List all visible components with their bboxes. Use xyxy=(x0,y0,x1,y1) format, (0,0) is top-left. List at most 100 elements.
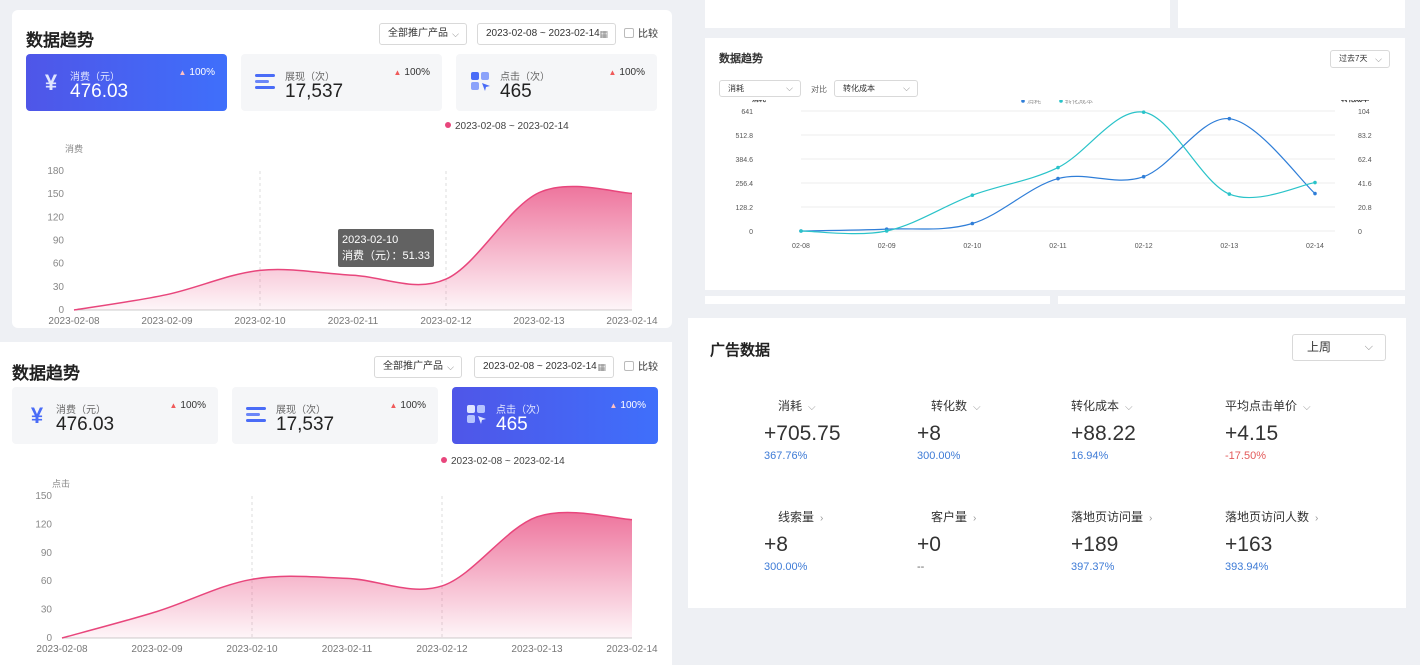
metric-item[interactable]: 落地页访问人数 › +163 393.94% xyxy=(1225,508,1375,573)
card-change-value: 100% xyxy=(619,67,645,78)
data-point xyxy=(799,229,803,233)
legend-label: 转化成本 xyxy=(1065,100,1093,105)
card-change-value: 100% xyxy=(404,67,430,78)
chevron-down-icon: ⌵ xyxy=(903,83,910,93)
metric-label[interactable]: 落地页访问人数 › xyxy=(1225,508,1375,525)
chevron-down-icon[interactable]: ⌵ xyxy=(1125,402,1133,413)
y-tick-label: 150 xyxy=(35,491,52,502)
y-tick-label: 120 xyxy=(35,519,52,530)
x-tick-label: 2023-02-10 xyxy=(234,316,286,327)
metric-change: 16.94% xyxy=(1071,450,1109,462)
date-range-picker[interactable]: 2023-02-08 ~ 2023-02-14 ▦ xyxy=(474,356,614,378)
metric-item[interactable]: 客户量 › +0 -- xyxy=(917,508,1067,573)
legend-dot xyxy=(441,457,447,463)
partial-card-bottom-right xyxy=(1058,296,1405,304)
date-range-picker[interactable]: 2023-02-08 ~ 2023-02-14 ▦ xyxy=(477,23,616,45)
metric-label-text: 转化成本 xyxy=(1071,399,1120,413)
y-tick-label: 90 xyxy=(41,548,53,559)
card-value: 465 xyxy=(496,414,528,435)
data-point xyxy=(1056,165,1060,170)
partial-card-top-right xyxy=(1178,0,1405,28)
metric-value: +163 xyxy=(1225,533,1273,556)
chevron-down-icon: ⌵ xyxy=(1375,54,1382,64)
data-point xyxy=(1313,180,1317,185)
metric-card-impressions[interactable]: 展现（次） 17,537 ▲ 100% xyxy=(241,54,442,111)
y-tick-label: 60 xyxy=(41,576,53,587)
metric-label[interactable]: 落地页访问量 › xyxy=(1071,508,1221,525)
period-select[interactable]: 上周 ⌵ xyxy=(1292,334,1386,361)
compare-checkbox[interactable]: 比较 xyxy=(624,28,658,42)
metric-value: +705.75 xyxy=(764,422,841,445)
arrow-up-icon: ▲ xyxy=(608,68,617,77)
metric-card-clicks[interactable]: 点击（次） 465 ▲ 100% xyxy=(456,54,657,111)
right-tick-label: 62.4 xyxy=(1358,157,1372,164)
chevron-down-icon[interactable]: ⌵ xyxy=(808,402,816,413)
metric-item[interactable]: 转化成本 ⌵ +88.22 16.94% xyxy=(1071,397,1221,462)
chevron-right-icon[interactable]: › xyxy=(1149,513,1152,524)
metric-label[interactable]: 消耗 ⌵ xyxy=(764,397,914,414)
metric-label[interactable]: 客户量 › xyxy=(917,508,1067,525)
right-tick-label: 104 xyxy=(1358,109,1370,116)
card-value: 17,537 xyxy=(276,414,335,435)
metric-card-spend[interactable]: ¥ 消费（元） 476.03 ▲ 100% xyxy=(12,387,218,444)
product-select[interactable]: 全部推广产品 ⌵ xyxy=(379,23,467,45)
x-tick-label: 2023-02-10 xyxy=(226,644,278,655)
legend-label: 2023-02-08 ~ 2023-02-14 xyxy=(451,456,565,467)
card-value: 476.03 xyxy=(56,414,115,435)
dual-axis-line-chart: 消耗 转化成本 0 128.2 256.4 384.6 512.8 641 0 20.8 41.6 6… xyxy=(735,100,1372,250)
chevron-down-icon[interactable]: ⌵ xyxy=(973,402,981,413)
yuan-icon: ¥ xyxy=(31,403,44,428)
metric-value: +189 xyxy=(1071,533,1119,556)
metric-value: +8 xyxy=(917,422,941,445)
metric-card-spend[interactable]: ¥ 消费（元） 476.03 ▲ 100% xyxy=(26,54,227,111)
x-tick-label: 2023-02-12 xyxy=(420,316,472,327)
metric-label[interactable]: 平均点击单价 ⌵ xyxy=(1225,397,1375,414)
tooltip-value: 消费（元）：51.33 xyxy=(342,250,431,262)
left-tick-label: 128.2 xyxy=(735,205,753,212)
arrow-up-icon: ▲ xyxy=(178,68,187,77)
page-title: 数据趋势 xyxy=(719,53,763,65)
chevron-right-icon[interactable]: › xyxy=(1315,513,1318,524)
chevron-down-icon[interactable]: ⌵ xyxy=(1303,402,1311,413)
metric-item[interactable]: 转化数 ⌵ +8 300.00% xyxy=(917,397,1067,462)
compare-select[interactable]: 转化成本 ⌵ xyxy=(834,80,918,97)
metric-card-clicks[interactable]: 点击（次） 465 ▲ 100% xyxy=(452,387,658,444)
page-title: 数据趋势 xyxy=(12,364,80,383)
metric-item[interactable]: 平均点击单价 ⌵ +4.15 -17.50% xyxy=(1225,397,1375,462)
metric-label[interactable]: 转化成本 ⌵ xyxy=(1071,397,1221,414)
metric-item[interactable]: 消耗 ⌵ +705.75 367.76% xyxy=(764,397,914,462)
compare-checkbox[interactable]: 比较 xyxy=(624,361,658,375)
metric-label[interactable]: 线索量 › xyxy=(764,508,914,525)
x-tick-label: 2023-02-14 xyxy=(606,316,658,327)
bars-icon xyxy=(246,407,266,422)
arrow-up-icon: ▲ xyxy=(389,401,398,410)
x-tick-label: 2023-02-13 xyxy=(511,644,563,655)
x-tick-label: 02-10 xyxy=(963,243,981,250)
product-select[interactable]: 全部推广产品 ⌵ xyxy=(374,356,462,378)
metric-select[interactable]: 消耗 ⌵ xyxy=(719,80,801,97)
x-tick-label: 2023-02-08 xyxy=(48,316,100,327)
trend-panel-spend: 数据趋势 全部推广产品 ⌵ 2023-02-08 ~ 2023-02-14 ▦ … xyxy=(12,10,672,328)
checkbox-box[interactable] xyxy=(624,361,634,371)
metric-card-impressions[interactable]: 展现（次） 17,537 ▲ 100% xyxy=(232,387,438,444)
chevron-right-icon[interactable]: › xyxy=(973,513,976,524)
data-point xyxy=(970,221,975,226)
legend-marker xyxy=(1059,100,1063,103)
card-change-value: 100% xyxy=(620,400,646,411)
checkbox-box[interactable] xyxy=(624,28,634,38)
range-select-label: 过去7天 xyxy=(1339,54,1368,63)
product-select-label: 全部推广产品 xyxy=(383,361,443,372)
legend-dot xyxy=(445,122,451,128)
metric-value: +0 xyxy=(917,533,941,556)
section-title: 广告数据 xyxy=(710,342,771,359)
chevron-right-icon[interactable]: › xyxy=(820,513,823,524)
metric-label[interactable]: 转化数 ⌵ xyxy=(917,397,1067,414)
metric-change: 393.94% xyxy=(1225,561,1269,573)
chevron-down-icon: ⌵ xyxy=(1364,341,1373,353)
metric-item[interactable]: 线索量 › +8 300.00% xyxy=(764,508,914,573)
metric-item[interactable]: 落地页访问量 › +189 397.37% xyxy=(1071,508,1221,573)
x-tick-label: 2023-02-09 xyxy=(141,316,193,327)
ad-data-panel: 广告数据 上周 ⌵ 消耗 ⌵ +705.75 367.76% 转化数 ⌵ +8 300.00%… xyxy=(688,318,1406,608)
range-select[interactable]: 过去7天 ⌵ xyxy=(1330,50,1390,68)
bars-icon xyxy=(255,74,275,89)
